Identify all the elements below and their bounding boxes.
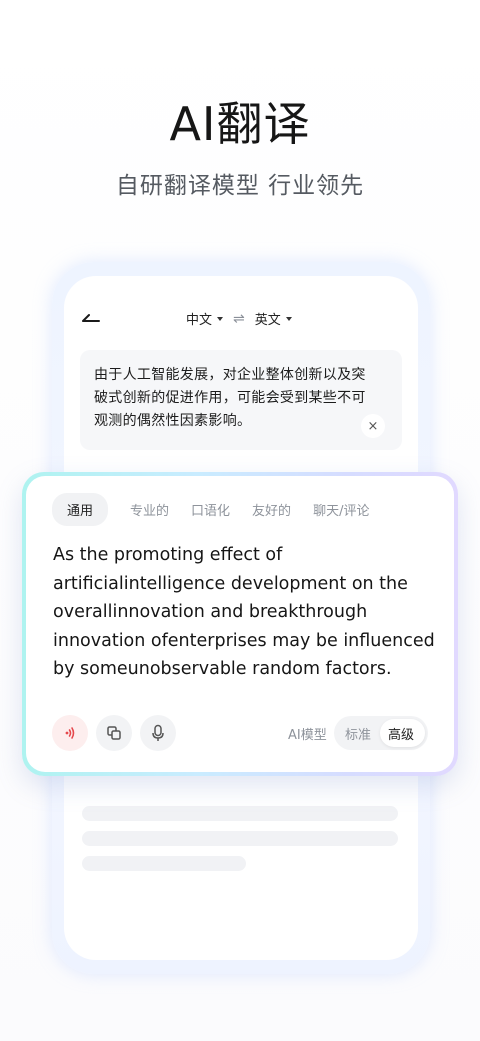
voice-input-button[interactable] — [140, 715, 176, 751]
translation-line: by someunobservable random factors. — [53, 659, 392, 679]
translation-line: overallinnovation and breakthrough — [53, 602, 368, 622]
page-subtitle: 自研翻译模型 行业领先 — [115, 173, 365, 199]
placeholder-line — [82, 806, 398, 821]
style-tabs: 通用 专业的 口语化 友好的 聊天/评论 — [52, 493, 391, 526]
play-audio-button[interactable] — [52, 715, 88, 751]
microphone-icon — [152, 724, 164, 741]
source-text-line: 由于人工智能发展，对企业整体创新以及突 — [94, 367, 366, 383]
translation-line: innovation ofenterprises may be influenc… — [53, 630, 435, 651]
placeholder-line — [82, 831, 398, 846]
translation-result: As the promoting effect of artificialint… — [53, 541, 435, 684]
close-icon: × — [367, 418, 379, 434]
tab-friendly[interactable]: 友好的 — [252, 500, 291, 519]
source-language-label: 中文 — [186, 313, 213, 328]
source-text-line: 破式创新的促进作用，可能会受到某些不可 — [94, 390, 366, 406]
clear-text-button[interactable]: × — [361, 414, 385, 438]
model-option-standard[interactable]: 标准 — [345, 724, 371, 743]
chevron-down-icon — [285, 316, 292, 321]
back-arrow-icon[interactable] — [82, 310, 100, 326]
target-language-dropdown[interactable]: 英文 — [255, 309, 292, 328]
copy-button[interactable] — [96, 715, 132, 751]
tab-general[interactable]: 通用 — [52, 493, 109, 526]
copy-icon — [107, 726, 121, 740]
page-title: AI翻译 — [169, 97, 311, 151]
translation-line: artificialintelligence development on th… — [53, 573, 408, 594]
chevron-down-icon — [217, 316, 224, 321]
source-text-area[interactable]: 由于人工智能发展，对企业整体创新以及突 破式创新的促进作用，可能会受到某些不可 … — [80, 350, 402, 450]
source-language-dropdown[interactable]: 中文 — [186, 309, 224, 328]
tab-colloquial[interactable]: 口语化 — [191, 500, 230, 519]
promo-page: AI翻译 自研翻译模型 行业领先 中文 ⇌ 英文 由于人工智能发展，对企业整体创… — [0, 0, 480, 1041]
placeholder-line — [82, 856, 246, 871]
tab-professional[interactable]: 专业的 — [130, 500, 169, 519]
tab-chat-comment[interactable]: 聊天/评论 — [313, 500, 369, 519]
ai-model-label: AI模型 — [288, 728, 327, 743]
model-option-advanced[interactable]: 高级 — [388, 724, 414, 743]
source-text-line: 观测的偶然性因素影响。 — [94, 413, 252, 429]
speaker-icon — [65, 727, 75, 739]
target-language-label: 英文 — [254, 313, 281, 328]
translation-line: As the promoting effect of — [53, 545, 283, 565]
swap-languages-icon[interactable]: ⇌ — [233, 311, 245, 327]
language-selector: 中文 ⇌ 英文 — [186, 309, 292, 328]
